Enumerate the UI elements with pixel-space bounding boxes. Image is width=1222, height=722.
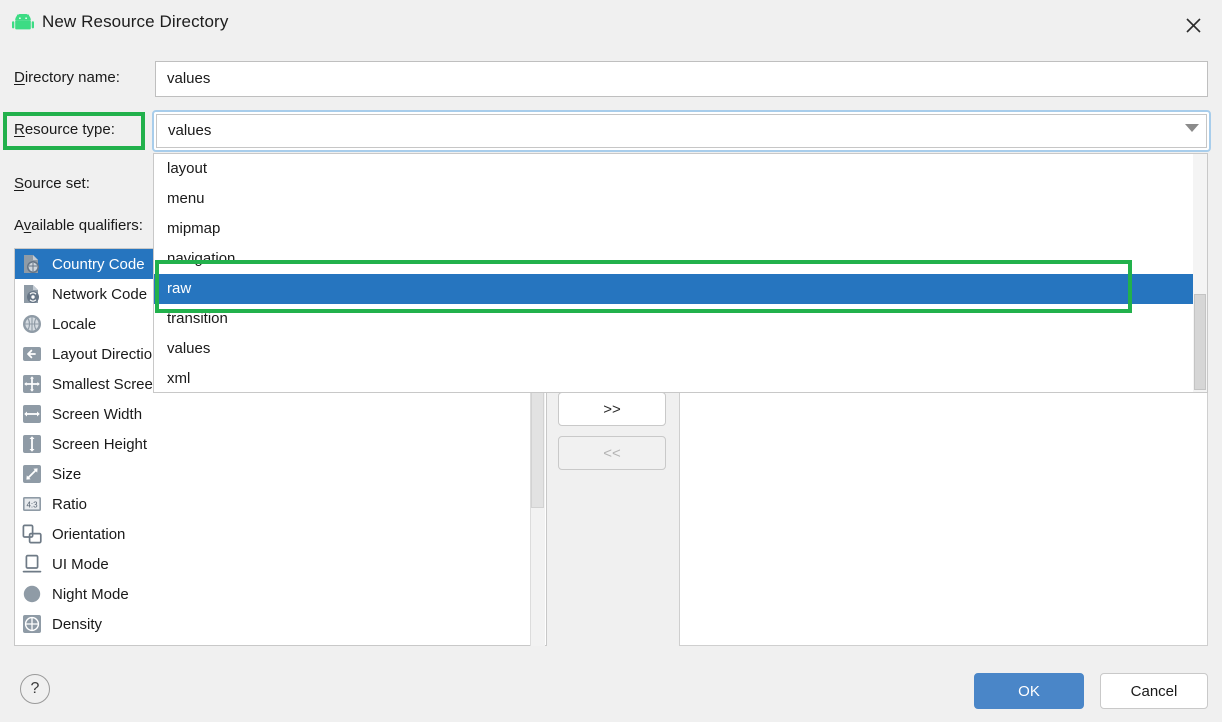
qualifier-list-item-label: Night Mode — [52, 585, 129, 603]
smallest-screen-width-icon — [21, 373, 43, 395]
qualifier-list-item-label: Network Code — [52, 285, 148, 303]
qualifier-list-item[interactable]: 4:3 Ratio — [15, 489, 546, 519]
qualifier-list-item-label: Screen Height — [52, 435, 148, 453]
svg-text:4:3: 4:3 — [26, 500, 38, 509]
dropdown-scrollbar-thumb[interactable] — [1194, 294, 1206, 390]
cancel-button[interactable]: Cancel — [1100, 673, 1208, 709]
resource-type-option-list[interactable]: layout menu mipmap navigation raw transition v… — [154, 154, 1195, 392]
qualifier-list-item-label: Size — [52, 465, 82, 483]
screen-width-icon — [21, 403, 43, 425]
resource-type-option[interactable]: values — [154, 334, 1195, 364]
locale-globe-icon — [21, 313, 43, 335]
available-qualifiers-label: Available qualifiers: — [14, 217, 143, 234]
add-qualifier-button[interactable]: >> — [558, 392, 666, 426]
resource-type-combobox-field[interactable]: values — [156, 114, 1207, 148]
qualifier-list-item-label: Locale — [52, 315, 97, 333]
resource-type-option[interactable]: transition — [154, 304, 1195, 334]
qualifier-list-item-label: Density — [52, 615, 103, 633]
qualifier-list-item[interactable]: UI Mode — [15, 549, 546, 579]
qualifier-list-item-label: Orientation — [52, 525, 126, 543]
resource-type-label: Resource type: — [14, 121, 115, 138]
chosen-qualifiers-list[interactable] — [679, 389, 1208, 646]
resource-type-option[interactable]: xml — [154, 364, 1195, 392]
ui-mode-icon — [21, 553, 43, 575]
remove-qualifier-button[interactable]: << — [558, 436, 666, 470]
source-set-label: Source set: — [14, 175, 90, 192]
qualifier-list-item-label: Screen Width — [52, 405, 143, 423]
qualifier-list-item[interactable]: Size — [15, 459, 546, 489]
resource-type-option[interactable]: menu — [154, 184, 1195, 214]
chevron-down-icon[interactable] — [1185, 124, 1199, 132]
resource-type-value: values — [168, 122, 212, 139]
qualifier-list-item[interactable]: Orientation — [15, 519, 546, 549]
layout-direction-arrow-icon — [21, 343, 43, 365]
density-icon — [21, 613, 43, 635]
resource-type-option[interactable]: raw — [154, 274, 1195, 304]
night-mode-icon — [21, 583, 43, 605]
qualifier-list-item-label: Layout Direction — [52, 345, 161, 363]
resource-type-option[interactable]: mipmap — [154, 214, 1195, 244]
dropdown-scrollbar-track[interactable] — [1193, 154, 1207, 392]
qualifier-list-item[interactable]: Screen Width — [15, 399, 546, 429]
dialog-title: New Resource Directory — [42, 12, 229, 31]
title-bar: New Resource Directory — [0, 0, 1222, 46]
resource-type-dropdown[interactable]: layout menu mipmap navigation raw transition v… — [153, 153, 1208, 393]
qualifier-list-scrollbar-thumb[interactable] — [531, 390, 544, 508]
country-code-icon — [21, 253, 43, 275]
resource-type-option[interactable]: layout — [154, 154, 1195, 184]
directory-name-label: Directory name: — [14, 69, 120, 86]
resource-type-option[interactable]: navigation — [154, 244, 1195, 274]
help-button[interactable]: ? — [20, 674, 50, 704]
ratio-icon: 4:3 — [21, 493, 43, 515]
qualifier-list-item[interactable]: Density — [15, 609, 546, 639]
screen-height-icon — [21, 433, 43, 455]
directory-name-value: values — [167, 70, 211, 87]
qualifier-list-item-label: Country Code — [52, 255, 145, 273]
qualifier-list-item-label: Ratio — [52, 495, 88, 513]
qualifier-list-item[interactable]: Night Mode — [15, 579, 546, 609]
ok-button[interactable]: OK — [974, 673, 1084, 709]
qualifier-list-item-label: UI Mode — [52, 555, 109, 573]
close-icon[interactable] — [1178, 12, 1208, 38]
android-robot-icon — [12, 13, 34, 32]
size-diagonal-icon — [21, 463, 43, 485]
qualifier-list-item[interactable]: Screen Height — [15, 429, 546, 459]
network-code-icon — [21, 283, 43, 305]
orientation-icon — [21, 523, 43, 545]
resource-type-combobox[interactable]: values — [152, 110, 1211, 152]
directory-name-input[interactable]: values — [155, 61, 1208, 97]
new-resource-directory-dialog: New Resource Directory Directory name: v… — [0, 0, 1222, 722]
